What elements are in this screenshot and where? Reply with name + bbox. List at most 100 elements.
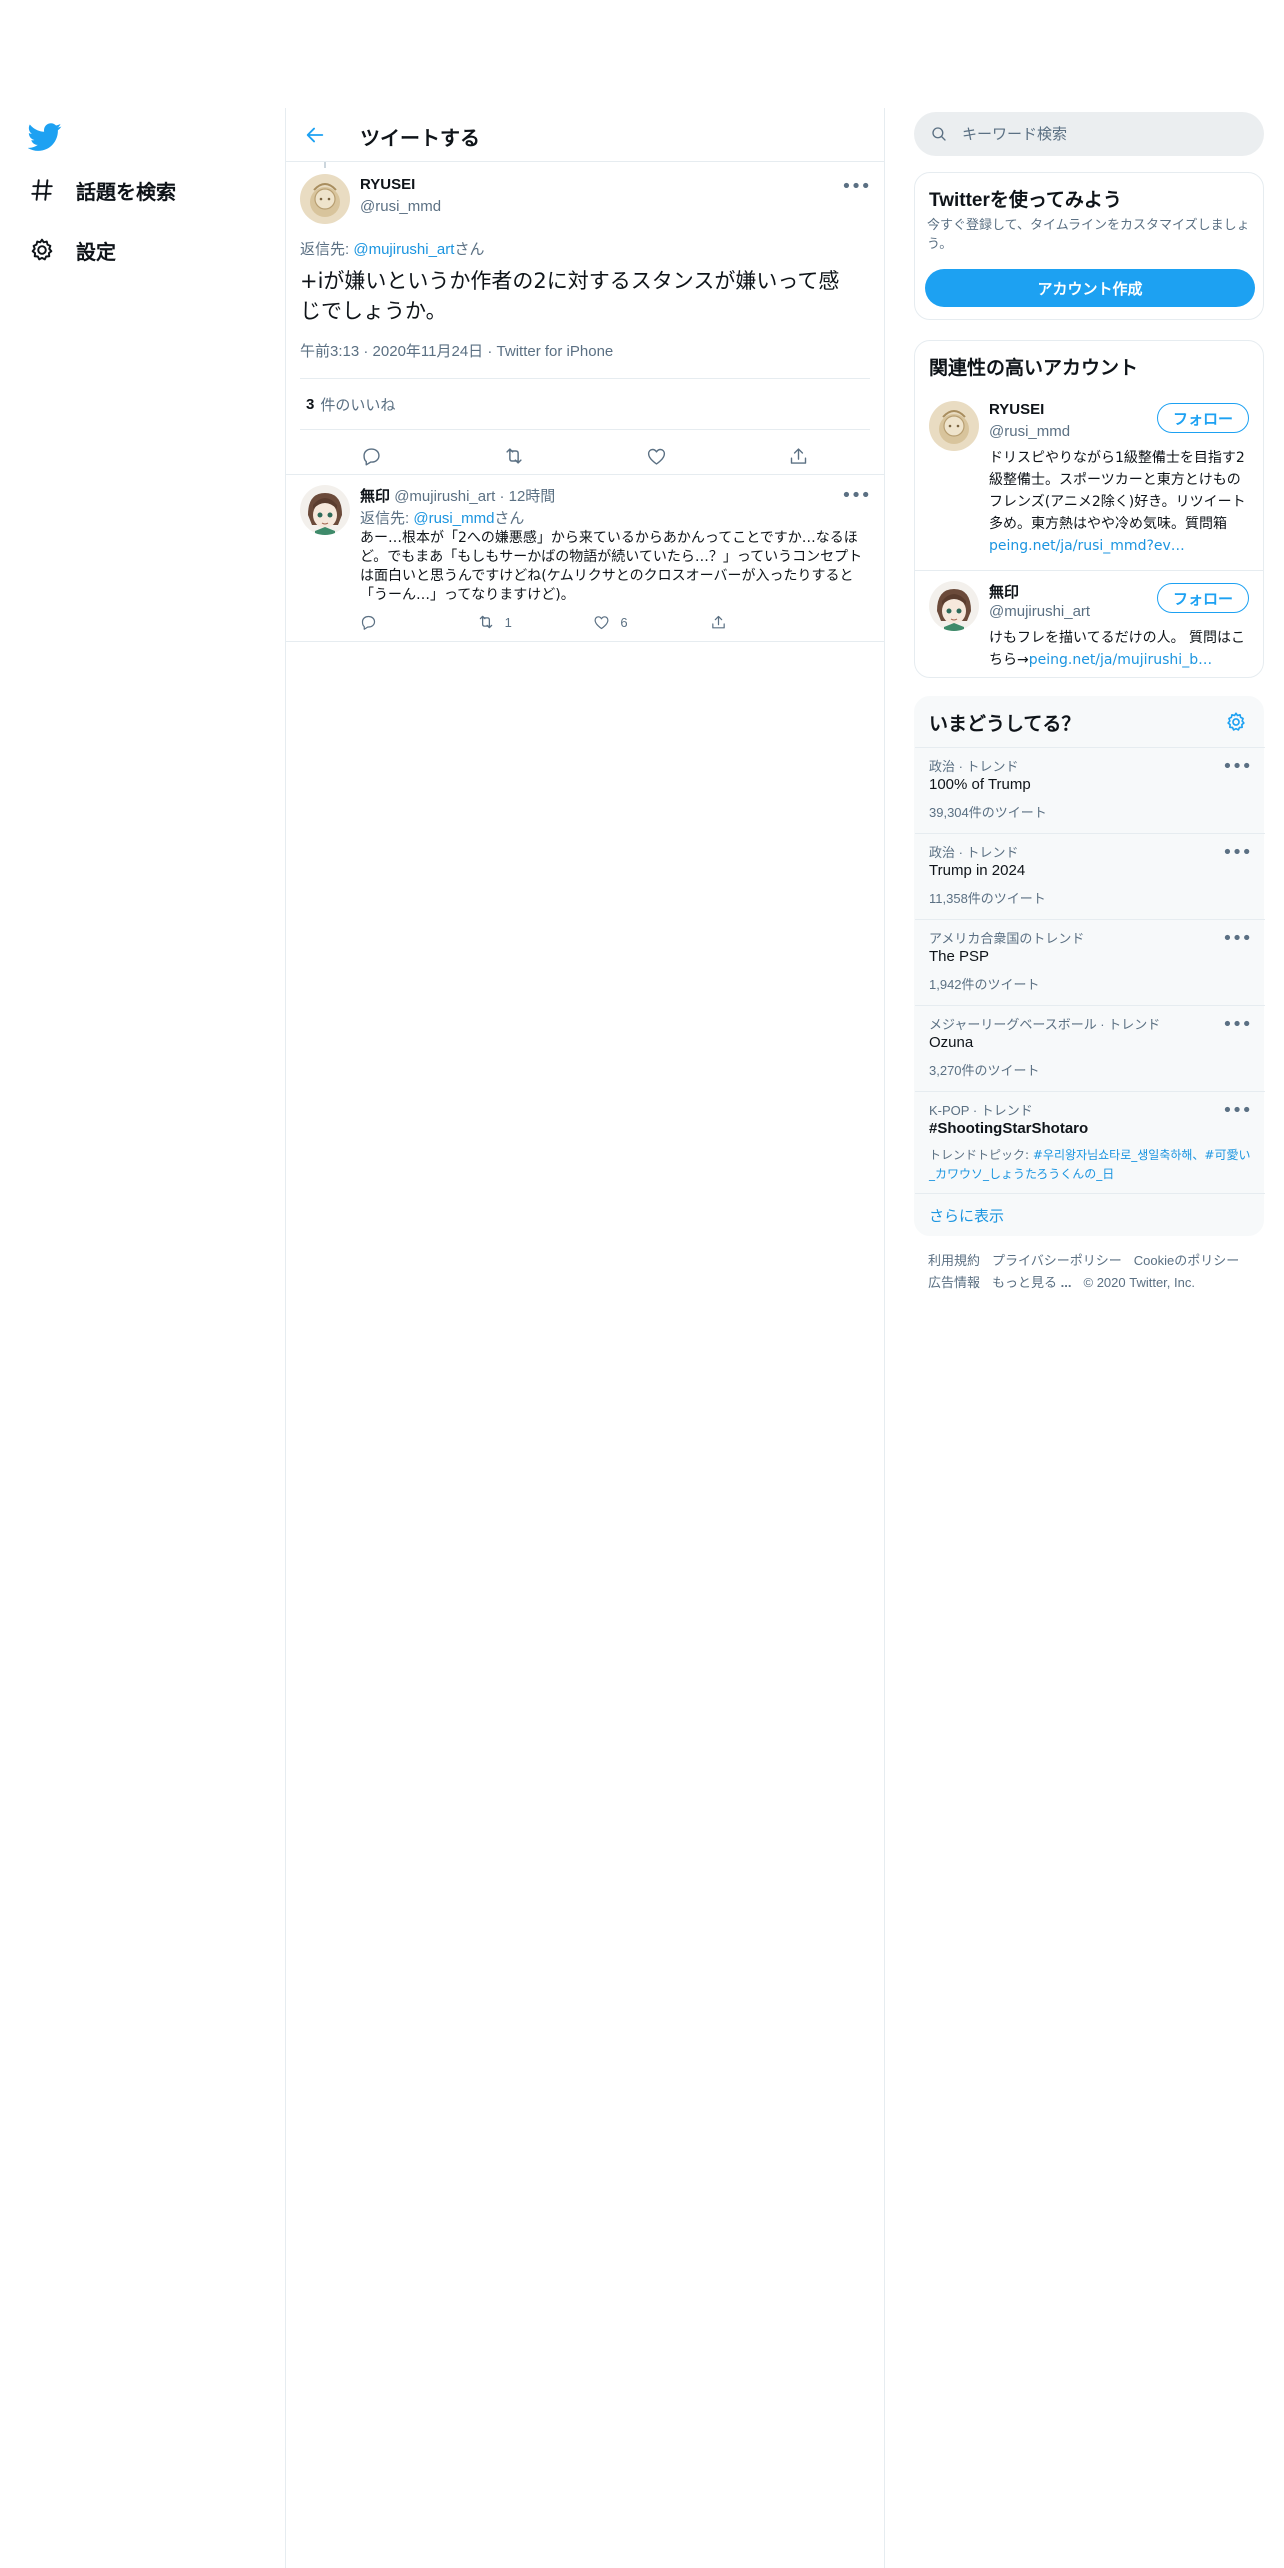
search-icon: [932, 127, 946, 141]
more-options-icon[interactable]: •••: [1222, 1102, 1252, 1120]
related-account-handle[interactable]: @rusi_mmd: [989, 423, 1070, 440]
reply-to-suffix: さん: [454, 241, 485, 258]
focus-tweet: RYUSEI @rusi_mmd ••• 返信先: @mujirushi_art…: [286, 162, 884, 482]
author-name[interactable]: RYUSEI: [360, 176, 415, 193]
bio-link[interactable]: peing.net/ja/mujirushi_b…: [1029, 652, 1212, 668]
nav-item-settings[interactable]: 設定: [28, 226, 116, 274]
author-handle[interactable]: @mujirushi_art: [394, 488, 495, 505]
related-account-name[interactable]: 無印: [989, 581, 1019, 602]
column-divider-right: [884, 108, 885, 2568]
more-options-icon[interactable]: •••: [841, 487, 871, 505]
footer-link-privacy[interactable]: プライバシーポリシー: [992, 1253, 1122, 1268]
avatar[interactable]: [300, 174, 350, 224]
reply-header: 無印 @mujirushi_art · 12時間: [360, 485, 555, 506]
more-options-icon[interactable]: •••: [1222, 1016, 1252, 1034]
reply-icon: [361, 615, 376, 630]
trend-name: The PSP: [929, 948, 990, 965]
nav-item-explore[interactable]: 話題を検索: [28, 166, 176, 214]
trend-count: 39,304件のツイート: [929, 805, 1047, 820]
reply-to-prefix: 返信先:: [300, 241, 354, 258]
likes-label: 件のいいね: [320, 396, 396, 414]
reply-button[interactable]: [360, 614, 450, 631]
footer-link-terms[interactable]: 利用規約: [928, 1253, 980, 1268]
avatar[interactable]: [300, 485, 350, 535]
hashtag-icon: [28, 176, 56, 204]
search-box[interactable]: [914, 112, 1264, 156]
show-more-link[interactable]: さらに表示: [915, 1193, 1265, 1237]
related-account-bio: けもフレを描いてるだけの人。 質問はこちら→peing.net/ja/mujir…: [989, 627, 1251, 671]
likes-count: 3: [306, 395, 315, 413]
tweet-meta: 午前3:13 · 2020年11月24日 · Twitter for iPhon…: [300, 343, 614, 360]
share-icon[interactable]: [787, 444, 811, 468]
nav-item-explore-label: 話題を検索: [76, 181, 176, 204]
trend-context: メジャーリーグベースボール · トレンド: [929, 1017, 1161, 1032]
like-icon[interactable]: [644, 444, 668, 468]
tweet-actions: 1 6: [360, 613, 800, 631]
reply-icon[interactable]: [359, 444, 383, 468]
trend-item[interactable]: アメリカ合衆国のトレンド The PSP 1,942件のツイート •••: [915, 919, 1265, 1005]
footer-more-dots: ...: [1060, 1275, 1072, 1290]
retweet-count: 1: [504, 614, 512, 630]
trend-count: 3,270件のツイート: [929, 1063, 1040, 1078]
related-account[interactable]: 無印 @mujirushi_art フォロー けもフレを描いてるだけの人。 質問…: [915, 573, 1263, 677]
footer-link-ads[interactable]: 広告情報: [928, 1275, 980, 1290]
related-account-name[interactable]: RYUSEI: [989, 401, 1044, 418]
reply-tweet[interactable]: 無印 @mujirushi_art · 12時間 ••• 返信先: @rusi_…: [286, 474, 884, 642]
more-options-icon[interactable]: •••: [1222, 758, 1252, 776]
trend-item[interactable]: K-POP · トレンド #ShootingStarShotaro トレンドトピ…: [915, 1091, 1265, 1193]
author-handle[interactable]: @rusi_mmd: [360, 198, 441, 215]
signup-card: Twitterを使ってみよう 今すぐ登録して、タイムラインをカスタマイズしましょ…: [914, 172, 1264, 320]
time-ago[interactable]: 12時間: [509, 488, 556, 505]
twitter-logo-icon[interactable]: [27, 120, 62, 154]
reply-to-suffix: さん: [494, 510, 525, 527]
bio-link[interactable]: peing.net/ja/rusi_mmd?ev…: [989, 538, 1185, 554]
footer-more-label: もっと見る: [992, 1275, 1058, 1290]
footer-link-cookies[interactable]: Cookieのポリシー: [1134, 1253, 1239, 1268]
more-options-icon[interactable]: •••: [1222, 930, 1252, 948]
reply-to: 返信先: @mujirushi_artさん: [300, 238, 484, 259]
thread-line: [324, 162, 326, 168]
author-name[interactable]: 無印: [360, 488, 390, 505]
more-options-icon[interactable]: •••: [1222, 844, 1252, 862]
create-account-button[interactable]: アカウント作成: [925, 269, 1255, 307]
back-arrow-icon[interactable]: [300, 120, 330, 150]
retweet-button[interactable]: 1: [477, 613, 567, 631]
related-account[interactable]: RYUSEI @rusi_mmd フォロー ドリスピやりながら1級整備士を目指す…: [915, 393, 1263, 571]
reply-to: 返信先: @rusi_mmdさん: [360, 507, 524, 528]
share-button[interactable]: [710, 614, 800, 631]
trend-item[interactable]: 政治 · トレンド Trump in 2024 11,358件のツイート •••: [915, 833, 1265, 919]
like-icon: [594, 615, 609, 629]
trend-item[interactable]: メジャーリーグベースボール · トレンド Ozuna 3,270件のツイート •…: [915, 1005, 1265, 1091]
trend-context: 政治 · トレンド: [929, 845, 1019, 860]
tweet-source[interactable]: Twitter for iPhone: [497, 343, 614, 360]
gear-icon[interactable]: [1225, 711, 1249, 735]
avatar[interactable]: [929, 401, 979, 451]
related-account-bio: ドリスピやりながら1級整備士を目指す2級整備士。スポーツカーと東方とけものフレン…: [989, 447, 1251, 557]
follow-button[interactable]: フォロー: [1157, 403, 1249, 433]
footer-link-more[interactable]: もっと見る ...: [992, 1275, 1071, 1290]
retweet-icon[interactable]: [502, 444, 526, 468]
likes-row[interactable]: 3 件のいいね: [300, 378, 870, 430]
search-input[interactable]: [962, 125, 1232, 143]
trends-card: いまどうしてる？ 政治 · トレンド 100% of Trump 39,304件…: [914, 696, 1265, 1237]
trend-item[interactable]: 政治 · トレンド 100% of Trump 39,304件のツイート •••: [915, 747, 1265, 833]
tweet-date[interactable]: 2020年11月24日: [373, 343, 484, 360]
nav-item-settings-label: 設定: [76, 241, 116, 264]
retweet-icon: [479, 615, 492, 629]
trend-context: 政治 · トレンド: [929, 759, 1019, 774]
avatar[interactable]: [929, 581, 979, 631]
related-accounts-card: 関連性の高いアカウント RYUSEI @rusi_mmd フォロー ドリスピやり…: [914, 340, 1264, 678]
reply-to-handle-link[interactable]: @mujirushi_art: [353, 241, 454, 258]
follow-button[interactable]: フォロー: [1157, 583, 1249, 613]
more-options-icon[interactable]: •••: [841, 178, 871, 196]
reply-to-handle-link[interactable]: @rusi_mmd: [413, 510, 494, 527]
trend-topic-prefix: トレンドトピック:: [929, 1148, 1033, 1162]
related-account-handle[interactable]: @mujirushi_art: [989, 603, 1090, 620]
related-title: 関連性の高いアカウント: [929, 358, 1139, 379]
trend-name: Trump in 2024: [929, 862, 1026, 879]
tweet-text: +iが嫌いというか作者の2に対するスタンスが嫌いって感じでしょうか。: [300, 269, 840, 323]
tweet-actions: [300, 432, 870, 480]
tweet-time[interactable]: 午前3:13: [300, 343, 359, 360]
gear-icon: [28, 236, 56, 264]
like-button[interactable]: 6: [593, 614, 683, 631]
